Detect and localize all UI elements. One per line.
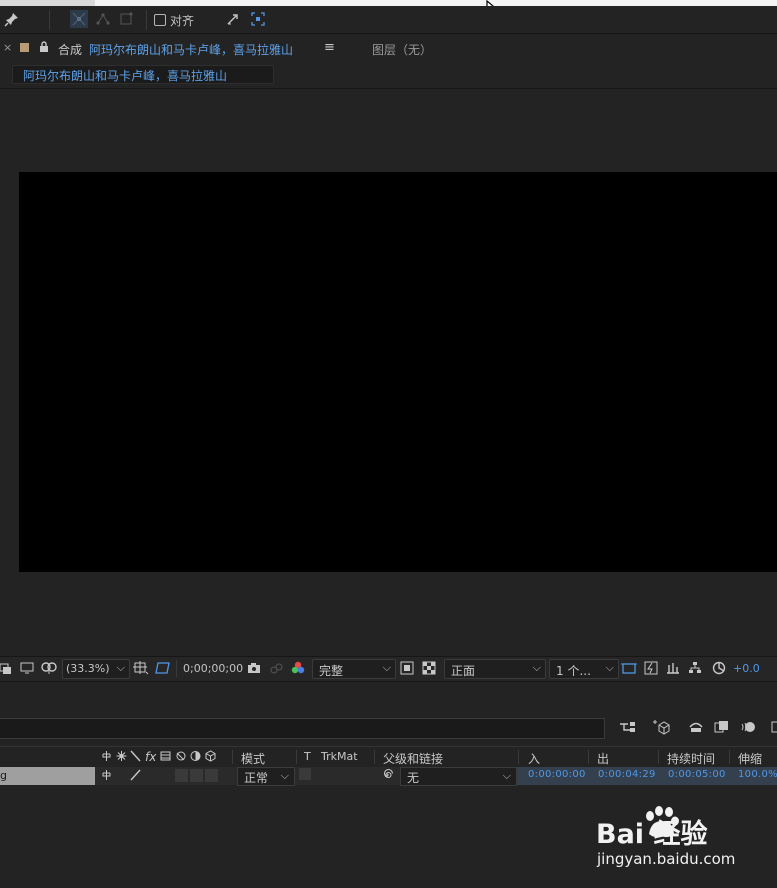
composition-tab-prefix[interactable]: 合成 xyxy=(58,41,82,58)
layer-tab[interactable]: 图层（无） xyxy=(372,41,432,58)
t-column[interactable]: T xyxy=(304,750,311,763)
mode-column[interactable]: 模式 xyxy=(241,750,265,767)
pin-icon[interactable] xyxy=(3,10,21,28)
layer-out-time[interactable]: 0:00:04:29 xyxy=(598,769,656,780)
composition-breadcrumb[interactable]: 阿玛尔布朗山和马卡卢峰，喜马拉雅山 xyxy=(12,65,274,84)
tools-toolbar: 对齐 xyxy=(0,6,777,34)
toggle-pixel-aspect-icon[interactable] xyxy=(621,661,637,678)
adjustment-layer-column-icon[interactable] xyxy=(190,750,201,765)
layer-mode-dropdown[interactable]: 正常 ⌵ xyxy=(237,767,295,786)
layer-mode-value: 正常 xyxy=(244,771,269,785)
timeline-column-header: fx 模式 T TrkMat 父级和链接 入 出 持续时间 伸缩 xyxy=(0,746,777,768)
adjustment-switch[interactable] xyxy=(190,769,203,782)
camera-snapshot-icon[interactable] xyxy=(247,661,261,678)
quality-switch-icon[interactable] xyxy=(130,769,141,784)
lock-icon[interactable] xyxy=(39,41,49,55)
timeline-search-input[interactable] xyxy=(0,718,605,739)
exposure-value[interactable]: +0.0 xyxy=(733,662,760,675)
align-checkbox[interactable] xyxy=(154,14,166,26)
in-column[interactable]: 入 xyxy=(528,750,540,767)
flowchart-icon[interactable] xyxy=(688,661,702,678)
duration-column[interactable]: 持续时间 xyxy=(667,750,715,767)
resolution-dropdown[interactable]: 完整 ⌵ xyxy=(312,659,396,679)
view-value: 正面 xyxy=(451,664,476,678)
frame-blend-column-icon[interactable] xyxy=(160,750,171,765)
fast-preview-mode-icon[interactable] xyxy=(644,661,658,678)
chevron-down-icon: ⌵ xyxy=(280,769,289,782)
composition-tab-name[interactable]: 阿玛尔布朗山和马卡卢峰，喜马拉雅山 xyxy=(89,41,293,58)
region-of-interest-icon[interactable] xyxy=(155,661,171,678)
motion-blur-column-icon[interactable] xyxy=(175,750,186,765)
fast-previews-icon[interactable] xyxy=(400,661,414,678)
monitor-icon[interactable] xyxy=(20,661,34,678)
effects-column-icon[interactable]: fx xyxy=(145,750,156,764)
puppet-pin-icon[interactable] xyxy=(94,10,112,28)
zoom-value: (33.3%) xyxy=(66,662,110,675)
pick-whip-icon[interactable] xyxy=(380,768,394,785)
composition-flowchart-icon[interactable] xyxy=(619,719,637,739)
shy-column-icon[interactable] xyxy=(101,750,112,765)
chevron-down-icon: ⌵ xyxy=(605,661,614,674)
current-time[interactable]: 0;00;00;00 xyxy=(183,662,243,675)
chevron-down-icon: ⌵ xyxy=(382,661,391,674)
resolution-value: 完整 xyxy=(319,664,344,678)
composition-canvas[interactable] xyxy=(19,172,777,572)
draft-3d-icon[interactable] xyxy=(652,719,670,739)
reset-exposure-icon[interactable] xyxy=(712,661,726,678)
always-preview-icon[interactable] xyxy=(0,661,12,678)
label-color-swatch[interactable] xyxy=(20,43,29,52)
zoom-dropdown[interactable]: (33.3%) ⌵ xyxy=(62,659,130,679)
align-label: 对齐 xyxy=(170,14,195,28)
quality-column-icon[interactable] xyxy=(130,750,141,765)
puppet-position-icon[interactable] xyxy=(70,10,88,28)
shy-switch-icon[interactable] xyxy=(101,769,112,784)
stretch-column[interactable]: 伸缩 xyxy=(738,750,762,767)
parent-dropdown[interactable]: 无 ⌵ xyxy=(400,767,517,786)
3d-switch[interactable] xyxy=(205,769,218,782)
mask-visibility-icon[interactable] xyxy=(41,661,57,678)
motion-blur-switch[interactable] xyxy=(175,769,188,782)
color-channels-icon[interactable] xyxy=(291,661,305,678)
graph-editor-icon[interactable] xyxy=(771,719,777,739)
viewer-tab-bar: × 合成 阿玛尔布朗山和马卡卢峰，喜马拉雅山 ≡ 图层（无） xyxy=(0,34,777,94)
panel-menu-icon[interactable]: ≡ xyxy=(324,40,335,55)
layer-name-cell[interactable]: g xyxy=(0,767,95,785)
shy-layers-icon[interactable] xyxy=(687,719,705,739)
viewer-controls-bar: (33.3%) ⌵ 0;00;00;00 完整 ⌵ 正面 ⌵ 1 个... ⌵ xyxy=(0,656,777,681)
close-icon[interactable]: × xyxy=(3,41,12,54)
snap-icon[interactable] xyxy=(224,10,242,28)
view-layout-dropdown[interactable]: 1 个... ⌵ xyxy=(549,659,619,679)
layer-time-cells: 0:00:00:00 0:00:04:29 0:00:05:00 100.0% xyxy=(517,767,777,785)
frame-blending-icon[interactable] xyxy=(713,719,731,739)
transparency-grid-icon[interactable] xyxy=(422,661,436,678)
trkmat-column[interactable]: TrkMat xyxy=(321,750,358,763)
chevron-down-icon: ⌵ xyxy=(532,661,541,674)
timeline-icon[interactable] xyxy=(666,661,680,678)
collapse-column-icon[interactable] xyxy=(116,750,127,765)
chevron-down-icon: ⌵ xyxy=(502,769,511,782)
show-snapshot-icon[interactable] xyxy=(269,661,283,678)
layer-in-time[interactable]: 0:00:00:00 xyxy=(528,769,586,780)
layer-duration[interactable]: 0:00:05:00 xyxy=(668,769,726,780)
layer-name: g xyxy=(0,769,7,782)
parent-value: 无 xyxy=(407,771,420,785)
3d-layer-column-icon[interactable] xyxy=(205,750,216,765)
puppet-bend-icon[interactable] xyxy=(117,10,135,28)
baidu-paw-logo-icon xyxy=(646,806,679,838)
out-column[interactable]: 出 xyxy=(597,750,609,767)
track-matte-switch[interactable] xyxy=(299,768,311,780)
motion-blur-icon[interactable] xyxy=(740,719,758,739)
grid-guides-icon[interactable] xyxy=(133,661,149,678)
view-dropdown[interactable]: 正面 ⌵ xyxy=(444,659,546,679)
watermark-url: jingyan.baidu.com xyxy=(597,850,736,868)
snap-target-icon[interactable] xyxy=(249,10,267,28)
parent-link-column[interactable]: 父级和链接 xyxy=(383,750,443,767)
layer-stretch[interactable]: 100.0% xyxy=(738,769,777,780)
breadcrumb-label: 阿玛尔布朗山和马卡卢峰，喜马拉雅山 xyxy=(23,69,228,83)
chevron-down-icon: ⌵ xyxy=(116,661,125,674)
view-layout-value: 1 个... xyxy=(556,664,591,678)
